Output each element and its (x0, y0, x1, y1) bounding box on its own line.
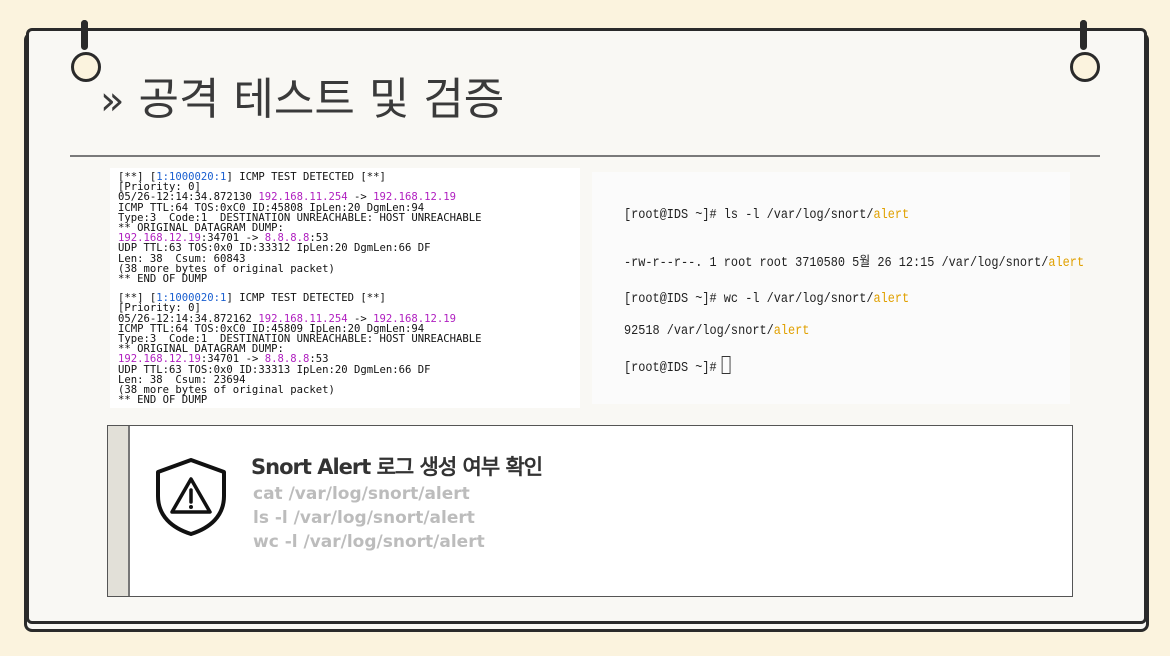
note-command-wc: wc -l /var/log/snort/alert (253, 532, 485, 552)
note-box: Snort Alert 로그 생성 여부 확인 cat /var/log/sno… (107, 425, 1073, 597)
terminal-prompt: [root@IDS ~]# (624, 356, 731, 376)
terminal-line-4-text: 92518 /var/log/snort/ (624, 324, 774, 339)
log-text: ** END OF DUMP (118, 394, 208, 407)
chevron-icon: » (100, 78, 125, 124)
terminal-line-1-highlight: alert (873, 208, 910, 223)
note-side-bar (108, 426, 130, 596)
log-text: ] ICMP TEST DETECTED [**] (226, 171, 386, 183)
log-line: ** END OF DUMP (118, 394, 580, 407)
terminal-line-1-text: [root@IDS ~]# ls -l /var/log/snort/ (624, 208, 874, 223)
log-entry: [**] [1:1000020:1] ICMP TEST DETECTED [*… (118, 292, 580, 407)
log-text: ** END OF DUMP (118, 273, 208, 286)
binder-ring-left (71, 52, 101, 82)
log-entry: [**] [1:1000020:1] ICMP TEST DETECTED [*… (118, 171, 580, 286)
log-line: ** END OF DUMP (118, 273, 580, 286)
terminal-prompt-text: [root@IDS ~]# (624, 361, 717, 376)
terminal-line-3: [root@IDS ~]# wc -l /var/log/snort/alert (624, 292, 909, 307)
terminal-line-1: [root@IDS ~]# ls -l /var/log/snort/alert (624, 208, 909, 223)
terminal-line-3-highlight: alert (873, 292, 910, 307)
terminal-line-2: -rw-r--r--. 1 root root 3710580 5월 26 12… (624, 250, 1084, 271)
note-title: Snort Alert 로그 생성 여부 확인 (251, 455, 543, 479)
terminal-cursor (721, 356, 731, 374)
terminal-line-2-text: -rw-r--r--. 1 root root 3710580 5월 26 12… (624, 256, 1049, 271)
page-title: » 공격 테스트 및 검증 (100, 70, 504, 130)
terminal-line-4-highlight: alert (773, 324, 810, 339)
note-command-cat: cat /var/log/snort/alert (253, 484, 470, 504)
title-divider (70, 155, 1100, 157)
log-text: ] ICMP TEST DETECTED [**] (226, 292, 386, 305)
binder-ring-right (1070, 52, 1100, 82)
warning-shield-icon (156, 458, 226, 536)
terminal-line-2-highlight: alert (1048, 256, 1085, 271)
terminal-line-3-text: [root@IDS ~]# wc -l /var/log/snort/ (624, 292, 874, 307)
terminal-line-4: 92518 /var/log/snort/alert (624, 324, 809, 339)
note-command-ls: ls -l /var/log/snort/alert (253, 508, 475, 528)
binder-pin-left-top (81, 20, 88, 50)
binder-pin-right-top (1080, 20, 1087, 50)
terminal-output: [root@IDS ~]# ls -l /var/log/snort/alert… (592, 172, 1084, 404)
page-title-text: 공격 테스트 및 검증 (138, 74, 505, 125)
snort-alert-log: [**] [1:1000020:1] ICMP TEST DETECTED [*… (110, 168, 580, 408)
